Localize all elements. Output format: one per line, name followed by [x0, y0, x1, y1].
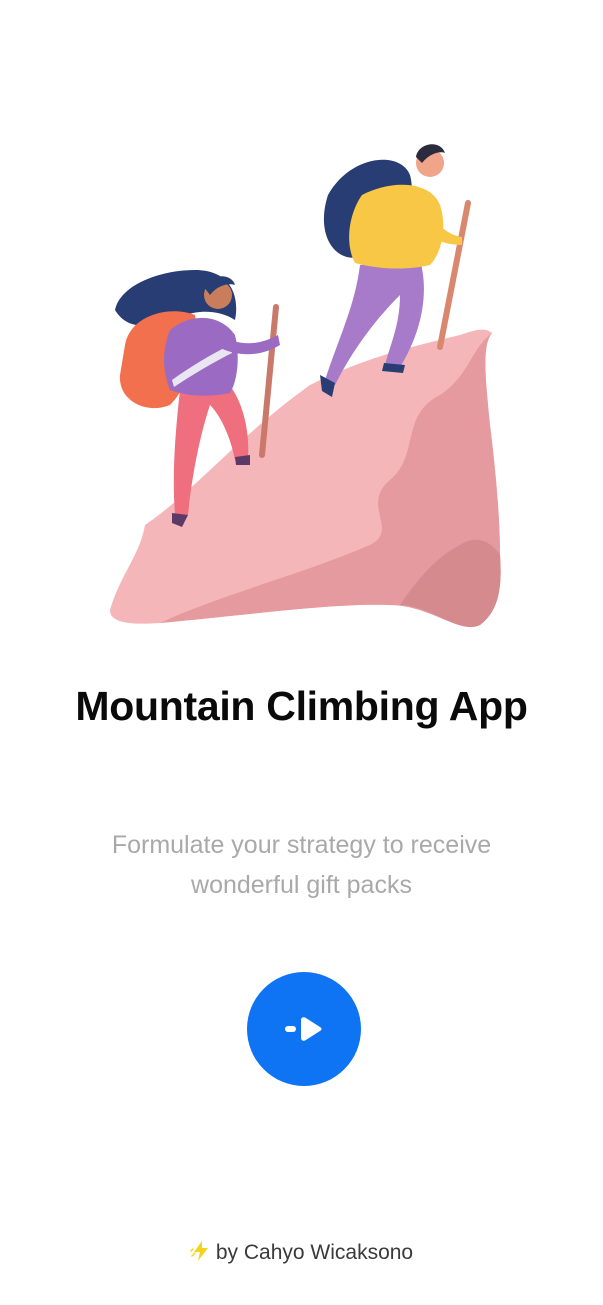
lightning-bolt-icon: [190, 1240, 212, 1268]
hikers-illustration: [100, 135, 510, 640]
credit: by Cahyo Wicaksono: [0, 1240, 603, 1268]
arrow-right-play-icon: [285, 1017, 322, 1041]
page-title: Mountain Climbing App: [75, 683, 528, 729]
start-button[interactable]: [247, 972, 361, 1086]
stick-right: [437, 200, 471, 350]
subtitle-line-2: wonderful gift packs: [191, 871, 412, 899]
credit-text: by Cahyo Wicaksono: [215, 1241, 414, 1264]
page-subtitle: Formulate your strategy to receive wonde…: [60, 825, 543, 905]
subtitle-line-1: Formulate your strategy to receive: [111, 831, 492, 859]
